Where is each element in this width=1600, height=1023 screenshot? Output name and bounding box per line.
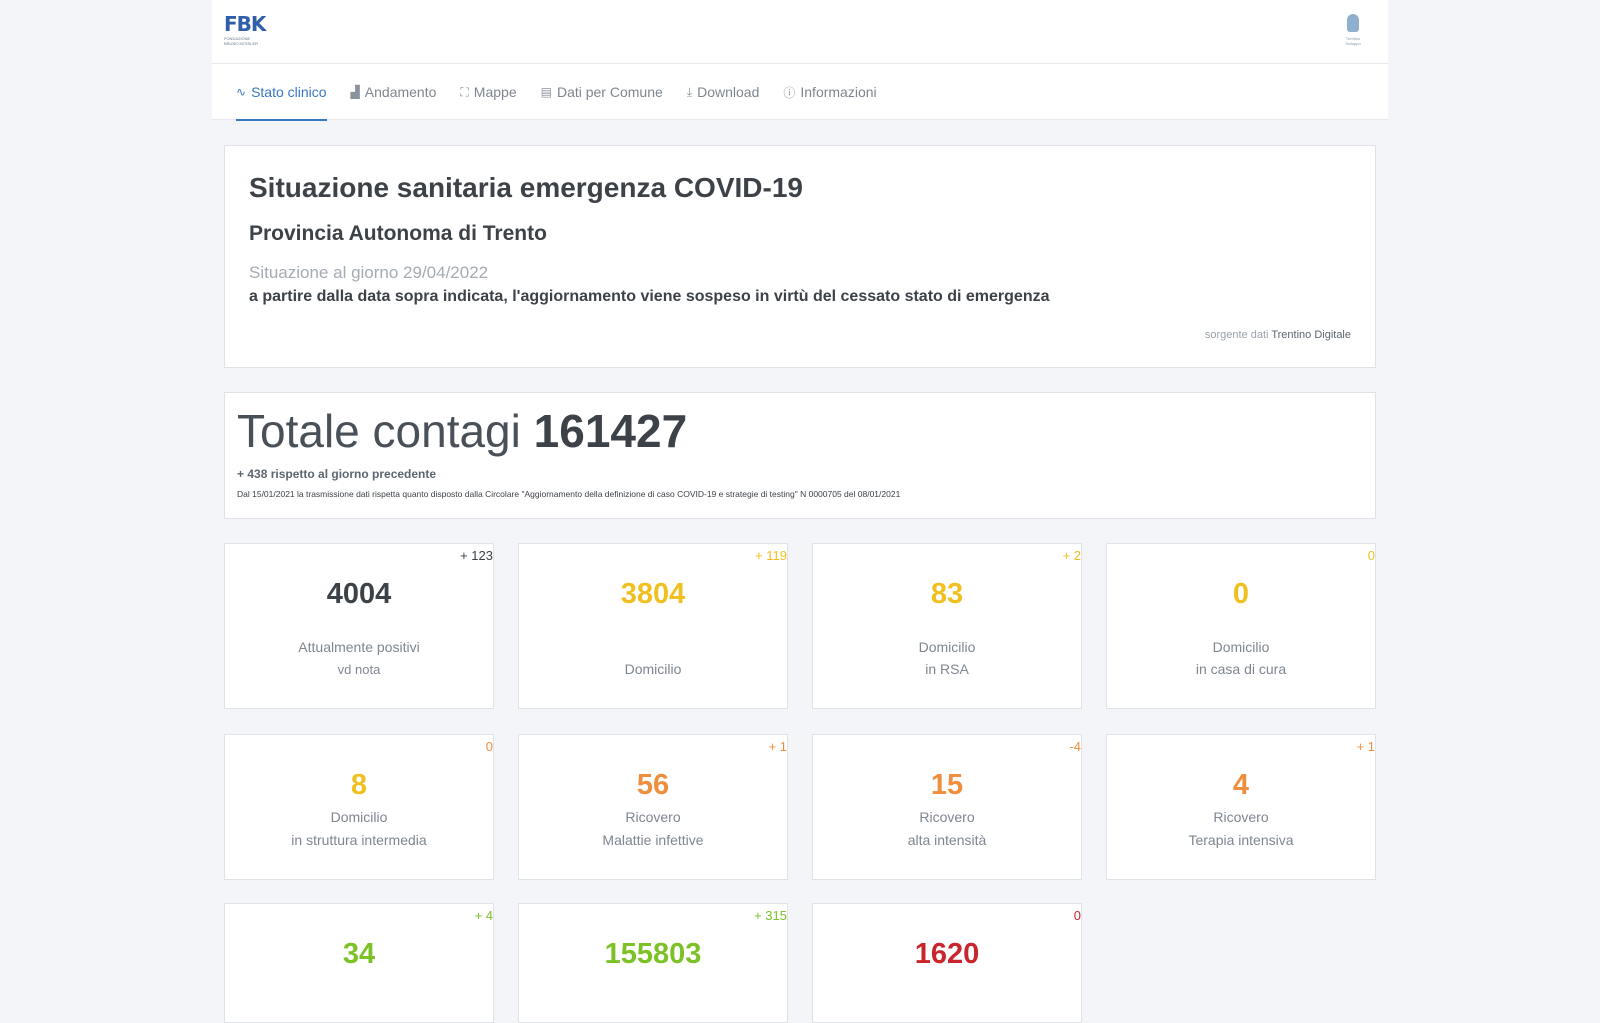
stat-change: 0: [1073, 908, 1081, 923]
stat-ricovero-malattie-infettive: + 1 56 Ricovero Malattie infettive: [518, 734, 788, 880]
total-cases-card: Totale contagi 161427 + 438 rispetto al …: [224, 392, 1376, 519]
stat-sublabel: in RSA: [925, 661, 969, 677]
stat-value: 15: [930, 769, 964, 801]
stat-change: + 2: [1062, 548, 1081, 563]
page: FBK FONDAZIONE BRUNO KESSLER Trentino Sv…: [212, 0, 1388, 1023]
tab-label: Dati per Comune: [556, 84, 663, 100]
stat-change: 0: [485, 739, 493, 754]
total-cases: Totale contagi 161427: [237, 403, 1363, 459]
stat-label: Domicilio: [918, 639, 976, 655]
main-nav: ∿ Stato clinico ▟ Andamento ⛶ Mappe ▤ Da…: [212, 64, 1388, 121]
stat-domicilio-casa-di-cura: 0 0 Domicilio in casa di cura: [1106, 543, 1376, 709]
map-icon: ⛶: [460, 84, 469, 99]
stat-sublabel: Malattie infettive: [602, 832, 704, 848]
tab-label: Andamento: [364, 84, 437, 100]
fbk-logo[interactable]: FBK FONDAZIONE BRUNO KESSLER: [224, 12, 266, 50]
tab-label: Download: [697, 84, 760, 100]
stat-value: 0: [1232, 578, 1250, 610]
stat-change: + 119: [755, 548, 787, 563]
total-cases-delta: + 438 rispetto al giorno precedente: [237, 467, 437, 481]
tab-mappe[interactable]: ⛶ Mappe: [460, 64, 516, 120]
stat-sublabel: in struttura intermedia: [291, 832, 427, 848]
stat-value: 8: [350, 769, 368, 801]
stat-change: + 315: [754, 908, 787, 923]
suspension-note: a partire dalla data sopra indicata, l'a…: [249, 288, 1050, 305]
partner-logo-text: Trentino Sviluppo: [1345, 36, 1361, 46]
bar-chart-icon: ▟: [350, 85, 360, 99]
tab-download[interactable]: ⤓ Download: [687, 64, 760, 120]
stat-label: Ricovero: [919, 809, 975, 825]
stat-change: + 1: [1356, 739, 1375, 754]
tab-label: Mappe: [473, 84, 517, 100]
tab-informazioni[interactable]: ⓘ Informazioni: [783, 64, 876, 120]
stat-domicilio: + 119 3804 Domicilio: [518, 543, 788, 709]
stat-row3-c: 0 1620: [812, 903, 1082, 1023]
tab-label: Stato clinico: [251, 84, 327, 100]
situation-date: Situazione al giorno 29/04/2022: [249, 263, 489, 282]
lightbulb-icon: [1347, 14, 1359, 32]
stat-label: Domicilio: [330, 809, 388, 825]
header: FBK FONDAZIONE BRUNO KESSLER Trentino Sv…: [212, 0, 1388, 64]
stat-label: Ricovero: [625, 809, 681, 825]
stat-attualmente-positivi: + 123 4004 Attualmente positivi vd nota: [224, 543, 494, 709]
stat-label: Domicilio: [1212, 639, 1270, 655]
stat-value: 3804: [620, 578, 686, 610]
download-icon: ⤓: [686, 84, 693, 99]
stat-domicilio-struttura-intermedia: 0 8 Domicilio in struttura intermedia: [224, 734, 494, 880]
partner-logo[interactable]: Trentino Sviluppo: [1338, 14, 1368, 50]
total-cases-value: 161427: [533, 405, 688, 457]
data-source: sorgente dati Trentino Digitale: [1205, 329, 1351, 341]
stat-sublabel: in casa di cura: [1195, 661, 1287, 677]
tab-dati-per-comune[interactable]: ▤ Dati per Comune: [541, 64, 663, 120]
stat-value: 1620: [914, 938, 980, 970]
stat-value: 56: [636, 769, 670, 801]
stat-row3-a: + 4 34: [224, 903, 494, 1023]
stat-change: + 4: [474, 908, 493, 923]
stat-sublabel: vd nota: [337, 662, 381, 677]
stat-ricovero-terapia-intensiva: + 1 4 Ricovero Terapia intensiva: [1106, 734, 1376, 880]
page-subtitle: Provincia Autonoma di Trento: [249, 222, 547, 245]
stat-change: + 123: [460, 548, 493, 563]
tab-label: Informazioni: [800, 84, 877, 100]
stat-change: + 1: [768, 739, 787, 754]
testing-footnote: Dal 15/01/2021 la trasmissione dati risp…: [237, 489, 901, 499]
stat-sublabel: Domicilio: [624, 661, 682, 677]
stat-sublabel: Terapia intensiva: [1188, 832, 1294, 848]
stat-value: 83: [930, 578, 964, 610]
logo-subtitle: FONDAZIONE BRUNO KESSLER: [224, 36, 259, 46]
stat-change: -4: [1069, 739, 1081, 754]
stat-value: 4: [1232, 769, 1250, 801]
stat-domicilio-rsa: + 2 83 Domicilio in RSA: [812, 543, 1082, 709]
stat-value: 4004: [326, 578, 392, 610]
stat-sublabel: alta intensità: [907, 832, 987, 848]
stat-value: 34: [342, 938, 376, 970]
stat-ricovero-alta-intensita: -4 15 Ricovero alta intensità: [812, 734, 1082, 880]
document-icon: ▤: [540, 85, 552, 99]
page-title: Situazione sanitaria emergenza COVID-19: [249, 172, 803, 203]
stat-label: Ricovero: [1213, 809, 1269, 825]
source-prefix: sorgente dati: [1204, 329, 1272, 341]
logo-mark: FBK: [224, 12, 266, 36]
stat-row3-b: + 315 155803: [518, 903, 788, 1023]
tab-stato-clinico[interactable]: ∿ Stato clinico: [236, 64, 327, 121]
stat-change: 0: [1367, 548, 1375, 563]
pulse-icon: ∿: [236, 85, 247, 99]
info-icon: ⓘ: [783, 85, 796, 100]
source-link[interactable]: Trentino Digitale: [1271, 329, 1351, 341]
intro-card: Situazione sanitaria emergenza COVID-19 …: [224, 145, 1376, 368]
stat-value: 155803: [604, 938, 702, 970]
stat-label: Attualmente positivi: [298, 639, 420, 655]
total-cases-label: Totale contagi: [237, 405, 534, 457]
tab-andamento[interactable]: ▟ Andamento: [351, 64, 437, 120]
